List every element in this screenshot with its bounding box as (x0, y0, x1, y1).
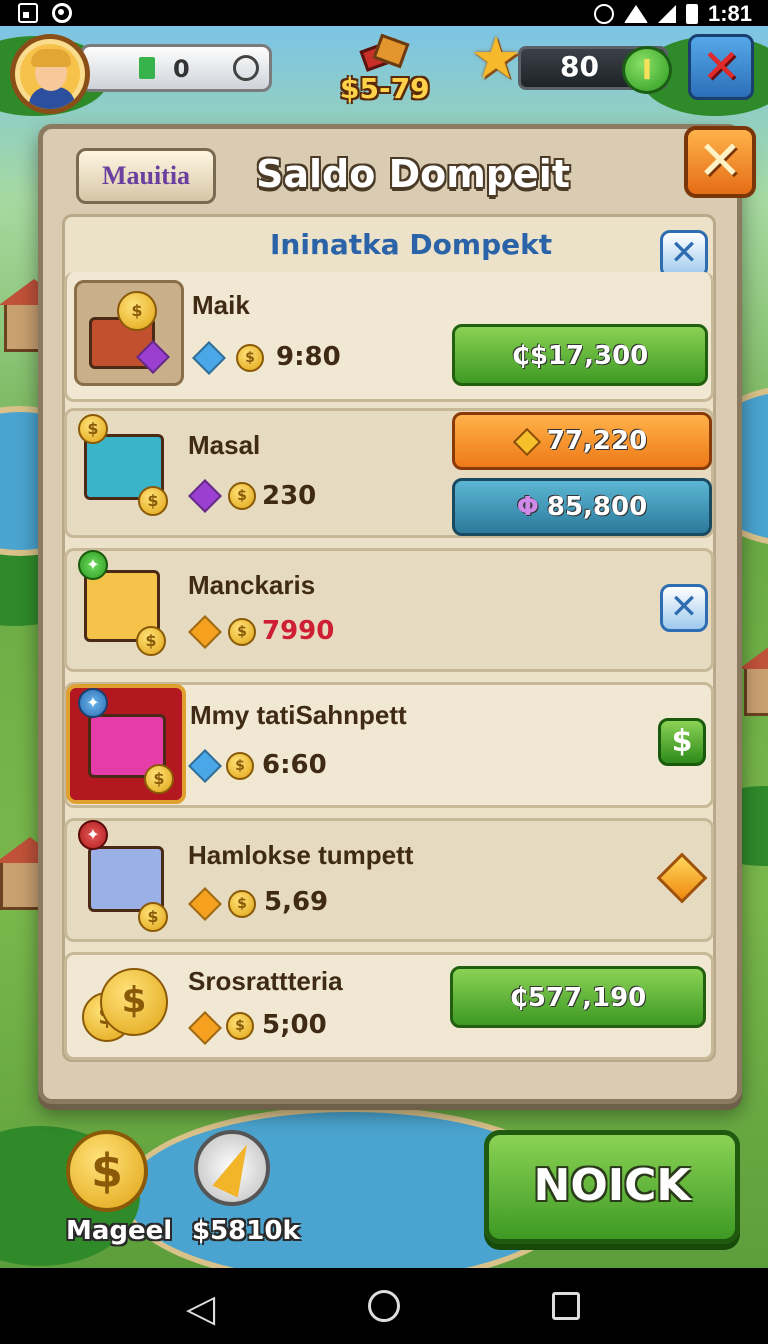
item-name: Masal (188, 430, 261, 460)
pink-chest-icon: ✦ $ (66, 684, 186, 804)
star-icon: ★ (470, 24, 522, 92)
home-icon[interactable] (368, 1290, 400, 1322)
buy-orange-button[interactable]: 77,220 (452, 412, 712, 470)
book-icon (139, 57, 155, 79)
yellow-crate-icon: ✦ $ (78, 550, 170, 656)
coin-icon: $ (144, 764, 174, 794)
coins-shop-icon[interactable]: $ (66, 1130, 148, 1212)
app-notification-icon (52, 3, 72, 23)
signal-icon (657, 5, 676, 23)
coin-icon: $ (236, 344, 264, 372)
recent-apps-icon[interactable] (552, 1292, 580, 1320)
item-value: 5;00 (262, 1010, 327, 1040)
coin-icon: $ (138, 486, 168, 516)
main-action-button[interactable]: NOICK (484, 1130, 740, 1244)
item-name: Hamlokse tumpett (188, 840, 414, 870)
subtitle-close-button[interactable]: ✕ (660, 230, 708, 278)
item-name: Manckaris (188, 570, 316, 600)
item-value: 5,69 (264, 887, 329, 917)
energy-label: $5810k (192, 1216, 300, 1246)
coin-icon: $ (226, 752, 254, 780)
item-value: 9:80 (276, 342, 341, 372)
alarm-icon (593, 4, 614, 24)
close-game-button[interactable]: ✕ (688, 34, 754, 100)
item-value-warning: 7990 (262, 616, 335, 646)
gift-box-icon: $ $ (78, 414, 174, 516)
item-name: Srosrattteria (188, 966, 343, 996)
coin-icon: $ (228, 618, 256, 646)
lavender-box-icon: ✦ $ (78, 820, 174, 932)
item-name: Maik (192, 290, 250, 320)
dollar-icon[interactable]: $ (658, 718, 706, 766)
wifi-icon (623, 5, 648, 23)
buy-teal-button[interactable]: Φ 85,800 (452, 478, 712, 536)
star-value: 80 (560, 50, 599, 83)
avatar[interactable] (10, 34, 90, 114)
hut (739, 643, 768, 716)
item-name: Mmy tatiSahnpett (190, 700, 407, 730)
coin-icon: $ (138, 902, 168, 932)
add-stars-button[interactable]: I (622, 46, 672, 94)
buy-button[interactable]: ₵$17,300 (452, 324, 708, 386)
back-icon[interactable] (186, 1286, 215, 1330)
list-subtitle: Ininatka Dompekt (270, 228, 553, 261)
badge-icon: ✦ (78, 820, 108, 850)
price-label: 85,800 (546, 492, 648, 522)
dialog-title: Saldo Dompeit (256, 152, 570, 196)
coin-stack-icon: $ $ (80, 964, 172, 1046)
avatar-hair (31, 49, 71, 67)
battery-icon (685, 4, 698, 24)
badge-icon: ✦ (78, 550, 108, 580)
energy-bolt-icon[interactable] (194, 1130, 270, 1206)
money-counter: $5-79 (340, 72, 430, 105)
chest-with-coins-icon: $ (74, 280, 184, 386)
badge-icon: ✦ (78, 688, 108, 718)
coin-icon: $ (228, 890, 256, 918)
status-clock: 1:81 (707, 1, 752, 26)
coin-icon: $ (226, 1012, 254, 1040)
coin-icon: $ (136, 626, 166, 656)
buy-button[interactable]: ₵577,190 (450, 966, 706, 1028)
coins-label: Mageel (66, 1216, 173, 1246)
coin-icon: $ (117, 291, 157, 331)
gem-icon (512, 427, 541, 456)
pin-icon (233, 55, 259, 81)
item-value: 230 (262, 481, 317, 511)
tab-mauitia[interactable]: Mauitia (76, 148, 216, 204)
level-bar[interactable]: 0 (80, 44, 272, 92)
ticket-icon (359, 33, 410, 72)
level-value: 0 (173, 55, 190, 83)
price-label: 77,220 (546, 426, 648, 456)
item-value: 6:60 (262, 750, 327, 780)
currency-icon: Φ (516, 492, 539, 522)
gallery-notification-icon (18, 3, 38, 23)
remove-item-button[interactable]: ✕ (660, 584, 708, 632)
dialog-close-button[interactable]: ✕ (684, 126, 756, 198)
coin-icon: $ (100, 968, 168, 1036)
coin-icon: $ (228, 482, 256, 510)
navigation-bar (0, 1268, 768, 1344)
status-bar: 1:81 (0, 0, 768, 26)
coin-badge-icon: $ (78, 414, 108, 444)
